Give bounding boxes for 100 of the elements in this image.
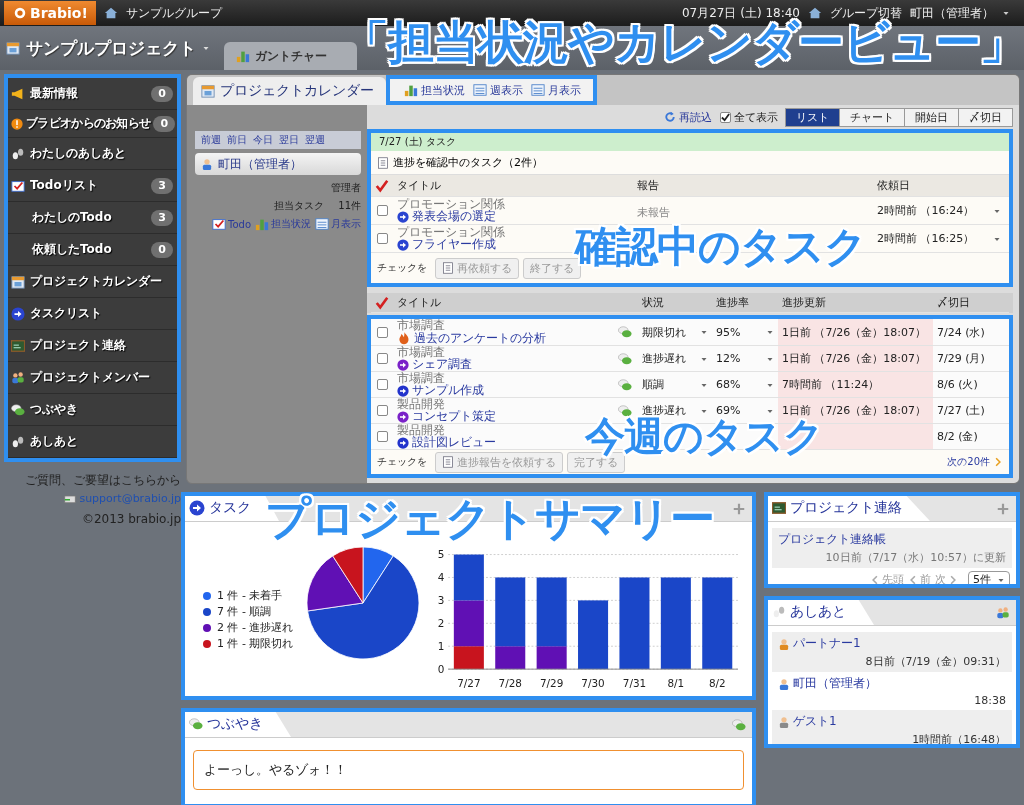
action-label: チェックを bbox=[377, 261, 427, 275]
task-link[interactable]: 設計図レビュー bbox=[397, 436, 496, 449]
checkbox[interactable] bbox=[376, 233, 388, 244]
column-header: 〆切日 bbox=[936, 295, 971, 310]
todo-icon bbox=[11, 178, 25, 193]
update-cell: 7時間前 （11:24） bbox=[778, 372, 933, 397]
week-view-icon bbox=[531, 83, 545, 97]
date-nav-link[interactable]: 前日 bbox=[227, 133, 247, 147]
task-link[interactable]: フライヤー作成 bbox=[397, 238, 496, 251]
sidebar-item[interactable]: プロジェクトカレンダー bbox=[8, 266, 177, 298]
panel-title: プロジェクト連絡 bbox=[768, 496, 930, 521]
sidebar-item[interactable]: あしあと bbox=[8, 426, 177, 458]
date-nav-link[interactable]: 前週 bbox=[201, 133, 221, 147]
add-icon[interactable] bbox=[996, 501, 1010, 516]
speech-bubble-icon bbox=[618, 351, 632, 366]
user-menu[interactable]: 町田（管理者） bbox=[910, 4, 994, 22]
sidebar-item[interactable]: プロジェクト連絡 bbox=[8, 330, 177, 362]
footprint-icon bbox=[772, 605, 786, 619]
visitor-link[interactable]: 町田（管理者） bbox=[778, 675, 877, 692]
due-date-cell-text: 7/24 (水) bbox=[936, 324, 986, 341]
task-link[interactable]: サンプル作成 bbox=[397, 384, 484, 397]
checkbox[interactable] bbox=[376, 353, 388, 364]
checkbox[interactable] bbox=[376, 431, 388, 442]
note-icon bbox=[377, 156, 389, 169]
status-cell-text: 順調 bbox=[641, 377, 665, 393]
gantt-tab[interactable]: ガントチャー bbox=[224, 42, 357, 70]
view-link[interactable]: 月表示 bbox=[531, 82, 581, 98]
view-mode-button[interactable]: 開始日 bbox=[904, 107, 959, 127]
checkbox[interactable] bbox=[376, 205, 388, 216]
axis-label: 2 bbox=[438, 617, 445, 630]
task-link[interactable]: シェア調査 bbox=[397, 358, 472, 371]
task-link[interactable]: 過去のアンケートの分析 bbox=[397, 331, 546, 345]
axis-label: 7/29 bbox=[540, 677, 564, 690]
week-view-icon bbox=[473, 83, 487, 97]
checkbox[interactable] bbox=[376, 326, 388, 338]
sidebar-item[interactable]: Todoリスト 3 bbox=[8, 170, 177, 202]
view-link[interactable]: 週表示 bbox=[473, 82, 523, 98]
notebook-link[interactable]: プロジェクト連絡帳 bbox=[778, 531, 1006, 548]
checkbox[interactable] bbox=[720, 111, 731, 123]
axis-label: 7/27 bbox=[457, 677, 481, 690]
legend-item: 2 件 - 進捗遅れ bbox=[203, 620, 294, 635]
bar-chart-icon bbox=[404, 83, 418, 97]
show-all-checkbox[interactable]: 全て表示 bbox=[720, 109, 778, 125]
category-label: 製品開発 bbox=[397, 424, 445, 436]
view-link[interactable]: 担当状況 bbox=[404, 82, 465, 98]
reload-link[interactable]: 再読込 bbox=[664, 109, 712, 125]
category-label: 市場調査 bbox=[397, 319, 445, 331]
sidebar-item[interactable]: 依頼したTodo 0 bbox=[8, 234, 177, 266]
sidebar-item[interactable]: プロジェクトメンバー bbox=[8, 362, 177, 394]
progress-cell-text: 12% bbox=[715, 351, 742, 367]
legend-item: 1 件 - 未着手 bbox=[203, 588, 294, 603]
sidebar-item[interactable]: タスクリスト bbox=[8, 298, 177, 330]
alert-icon bbox=[11, 117, 23, 130]
speech-bubble-icon bbox=[11, 402, 25, 417]
visitor-link[interactable]: ゲスト1 bbox=[778, 713, 837, 730]
category-label: プロモーション関係 bbox=[397, 226, 505, 238]
speech-bubble-icon bbox=[618, 325, 632, 339]
view-mode-button[interactable]: 〆切日 bbox=[958, 107, 1013, 127]
view-mode-button[interactable]: チャート bbox=[839, 107, 905, 127]
axis-label: 7/30 bbox=[581, 677, 606, 690]
count-badge: 0 bbox=[151, 241, 173, 258]
progress-cell-text: 69% bbox=[715, 403, 742, 419]
bar bbox=[578, 600, 609, 670]
checkbox[interactable] bbox=[376, 405, 388, 416]
tweet-message: よーっし。やるゾォ！！ bbox=[193, 750, 744, 790]
chevron-icon bbox=[908, 574, 918, 584]
speech-bubble-icon bbox=[618, 377, 632, 392]
sidebar-item[interactable]: わたしのあしあと bbox=[8, 138, 177, 170]
axis-label: 4 bbox=[438, 571, 445, 584]
megaphone-icon bbox=[11, 86, 25, 101]
due-date-cell-text: 8/2 (金) bbox=[936, 429, 979, 445]
status-cell-text: 進捗遅れ bbox=[641, 403, 687, 417]
status-cell-text: 進捗遅れ bbox=[641, 351, 687, 367]
view-mode-button[interactable]: リスト bbox=[785, 107, 840, 127]
count-badge: 3 bbox=[151, 177, 173, 194]
date-nav-link[interactable]: 翌日 bbox=[279, 133, 299, 147]
column-header: 進捗率 bbox=[715, 295, 750, 310]
sidebar-item[interactable]: わたしのTodo 3 bbox=[8, 202, 177, 234]
add-icon[interactable] bbox=[732, 501, 746, 516]
table-title: 進捗を確認中のタスク（2件） bbox=[393, 155, 543, 170]
visitor-link[interactable]: パートナー1 bbox=[778, 635, 861, 652]
task-link[interactable]: コンセプト策定 bbox=[397, 410, 496, 423]
task-link[interactable]: 発表会場の選定 bbox=[397, 210, 496, 223]
column-header: タイトル bbox=[396, 295, 442, 310]
sidebar-item[interactable]: 最新情報 0 bbox=[8, 78, 177, 110]
per-page-select[interactable]: 5件 bbox=[968, 571, 1010, 584]
date-nav-link[interactable]: 翌週 bbox=[305, 133, 325, 147]
checkbox[interactable] bbox=[376, 379, 388, 390]
sidebar-item[interactable]: つぶやき bbox=[8, 394, 177, 426]
project-title[interactable]: サンプルプロジェクト bbox=[6, 36, 210, 60]
board-icon bbox=[772, 501, 786, 515]
update-cell: 1日前 （7/26（金）18:07） bbox=[778, 319, 933, 345]
group-name[interactable]: サンプルグループ bbox=[125, 4, 222, 22]
next-page-link[interactable]: 次の20件 bbox=[947, 455, 1003, 469]
house-icon bbox=[103, 6, 118, 20]
due-date-cell-text: 7/29 (月) bbox=[936, 351, 986, 367]
date-nav-link[interactable]: 今日 bbox=[253, 133, 273, 147]
user-card[interactable]: 町田（管理者） bbox=[195, 153, 361, 175]
sidebar-item[interactable]: ブラビオからのお知らせ 0 bbox=[8, 110, 177, 138]
visit-time: 8日前（7/19（金）09:31） bbox=[865, 654, 1006, 669]
